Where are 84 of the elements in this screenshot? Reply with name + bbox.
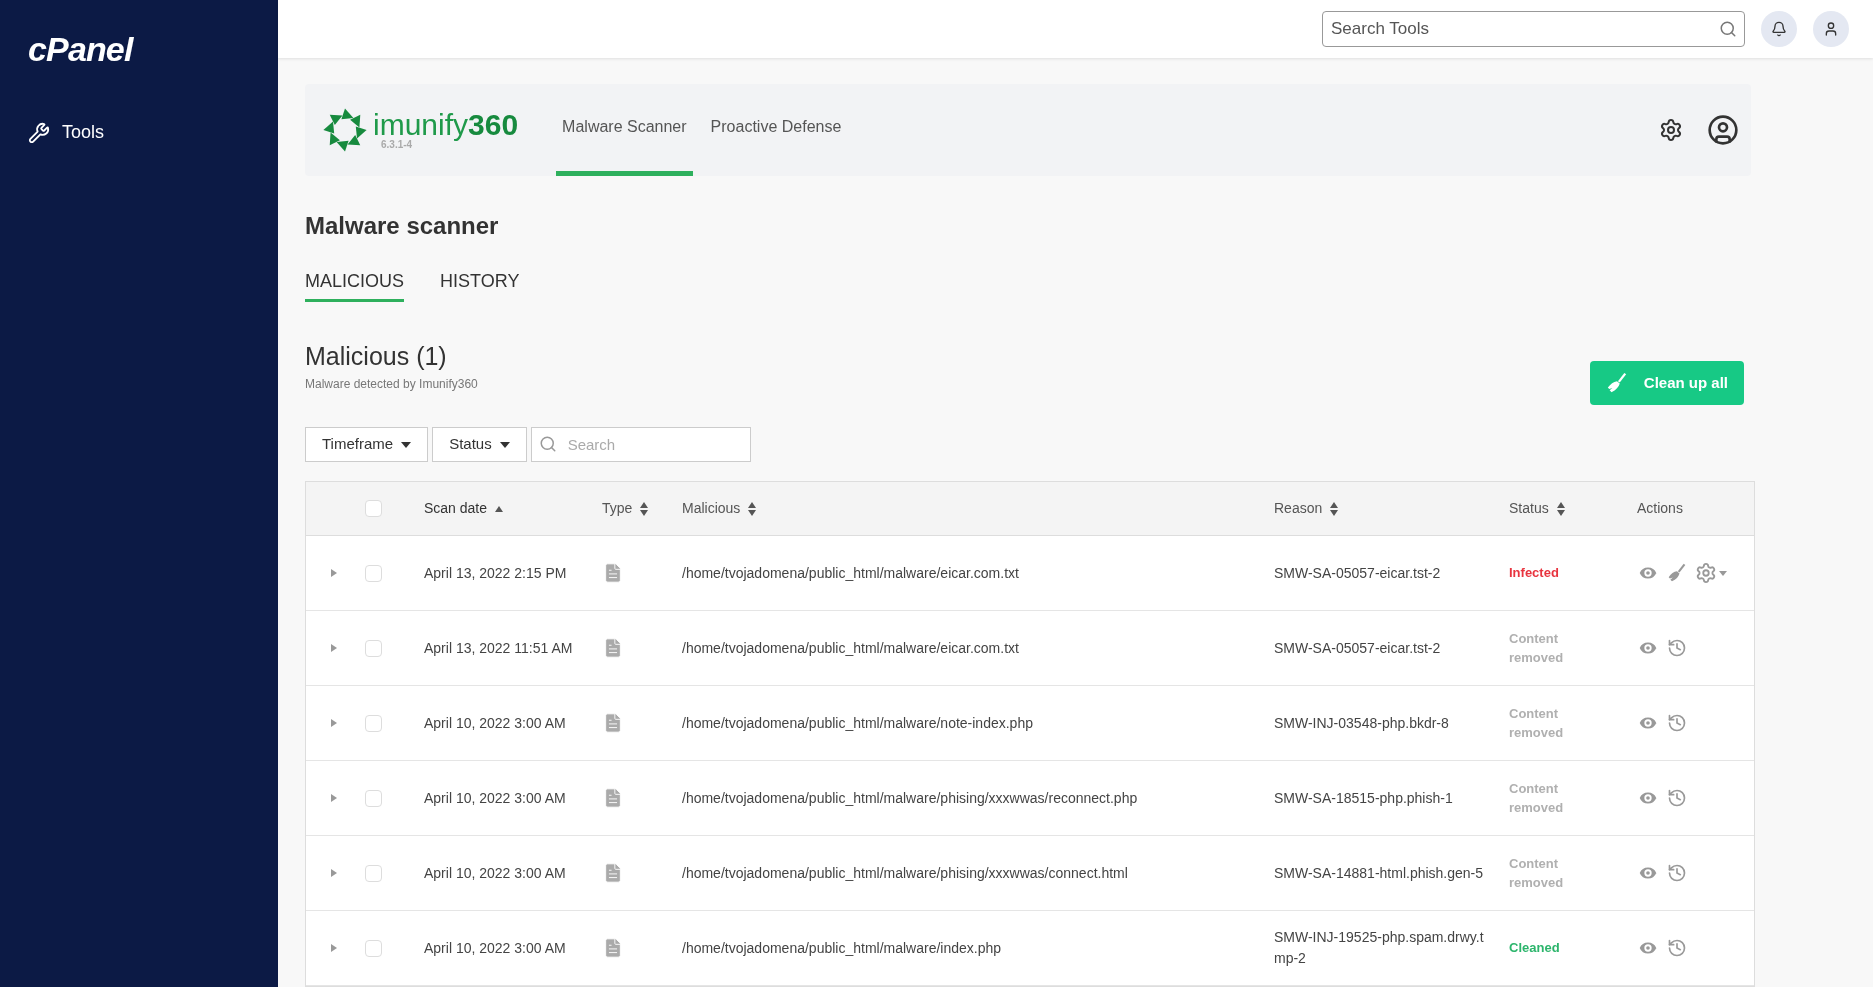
expand-icon[interactable] [331, 719, 337, 727]
reason-cell-text: SMW-INJ-03548-php.bkdr-8 [1274, 713, 1450, 733]
broom-icon [1605, 372, 1628, 394]
status-label: Cleaned [1509, 939, 1561, 958]
column-header[interactable]: Reason [1274, 498, 1323, 519]
reason-cell-text: SMW-SA-18515-php.phish-1 [1274, 788, 1454, 808]
file-path-cell-text: /home/tvojadomena/public_html/malware/phising/xxxwwas/connect.html [682, 863, 1129, 883]
status-label: Content removed [1509, 779, 1565, 817]
section-title: Malicious (1) [305, 340, 448, 372]
sidebar-item[interactable]: Tools [0, 111, 278, 154]
expand-icon[interactable] [331, 869, 337, 877]
plugin-tab[interactable]: Proactive Defense [704, 83, 848, 176]
section-tab[interactable]: MALICIOUS [305, 267, 405, 302]
caret-icon [401, 441, 412, 448]
row-checkbox[interactable] [365, 939, 382, 957]
file-path-cell-text: /home/tvojadomena/public_html/malware/eicar.com.txt [682, 638, 1020, 658]
caret-icon[interactable] [1719, 570, 1727, 576]
expand-icon[interactable] [331, 569, 337, 577]
search-field[interactable]: Search Tools [1322, 10, 1745, 47]
row-checkbox[interactable] [365, 864, 382, 882]
column-header[interactable]: Malicious [682, 498, 741, 519]
user-icon [1823, 20, 1839, 37]
history-icon[interactable] [1667, 713, 1687, 733]
history-icon[interactable] [1667, 638, 1687, 658]
page-title: Malware scanner [305, 210, 500, 241]
row-checkbox[interactable] [365, 564, 382, 582]
reason-cell-text: SMW-SA-05057-eicar.tst-2 [1274, 638, 1442, 658]
column-header[interactable]: Type [602, 498, 633, 519]
scan-date-cell-text: April 13, 2022 11:51 AM [424, 638, 574, 658]
history-icon[interactable] [1667, 938, 1687, 958]
status-label: Infected [1509, 564, 1560, 583]
section-tab[interactable]: HISTORY [440, 267, 520, 302]
expand-icon[interactable] [331, 944, 337, 952]
row-checkbox[interactable] [365, 714, 382, 732]
file-icon [602, 937, 624, 959]
status-label: Content removed [1509, 629, 1565, 667]
file-icon [602, 637, 624, 659]
broom-icon [1667, 563, 1687, 583]
bell-icon [1771, 20, 1787, 37]
user-button[interactable] [1813, 10, 1849, 47]
select-all-checkbox[interactable] [365, 500, 382, 517]
plugin-tab[interactable]: Malware Scanner [556, 83, 693, 176]
profile-icon[interactable] [1707, 113, 1739, 146]
brand-number: 360 [468, 109, 519, 140]
file-icon [602, 562, 624, 584]
reason-cell-text: SMW-INJ-19525-php.spam.drwy.tmp-2 [1274, 928, 1485, 968]
version-label: 6.3.1-4 [381, 139, 413, 150]
search-icon [538, 435, 557, 453]
status-label: Content removed [1509, 854, 1565, 892]
scan-date-cell-text: April 13, 2022 2:15 PM [424, 563, 568, 583]
app-logo[interactable]: cPanel [28, 30, 133, 68]
scan-date-cell-text: April 10, 2022 3:00 AM [424, 713, 567, 733]
file-path-cell-text: /home/tvojadomena/public_html/malware/note-index.php [682, 713, 1034, 733]
filter-dropdown[interactable]: Timeframe [305, 427, 429, 462]
settings-icon[interactable] [1659, 117, 1683, 142]
brand-name: imunify [373, 109, 469, 140]
file-icon [602, 787, 624, 809]
filter-search-field[interactable]: Search [530, 427, 751, 462]
file-path-cell-text: /home/tvojadomena/public_html/malware/phising/xxxwwas/reconnect.php [682, 788, 1139, 808]
search-icon [1719, 19, 1737, 38]
row-checkbox[interactable] [365, 639, 382, 657]
expand-icon[interactable] [331, 794, 337, 802]
file-path-cell-text: /home/tvojadomena/public_html/malware/eicar.com.txt [682, 563, 1020, 583]
row-checkbox[interactable] [365, 789, 382, 807]
expand-icon[interactable] [331, 644, 337, 652]
status-label: Content removed [1509, 704, 1565, 742]
caret-icon [499, 441, 510, 448]
column-header: Actions [1637, 499, 1683, 518]
notifications-button[interactable] [1761, 10, 1797, 47]
column-header[interactable]: Status [1509, 498, 1549, 519]
file-path-cell-text: /home/tvojadomena/public_html/malware/index.php [682, 938, 1003, 958]
column-header[interactable]: Scan date [424, 498, 488, 519]
file-icon [602, 862, 624, 884]
section-subtitle: Malware detected by Imunify360 [305, 376, 478, 393]
scan-date-cell-text: April 10, 2022 3:00 AM [424, 863, 567, 883]
file-icon [602, 712, 624, 734]
tools-icon [28, 121, 50, 144]
history-icon[interactable] [1667, 863, 1687, 883]
reason-cell-text: SMW-SA-05057-eicar.tst-2 [1274, 563, 1442, 583]
scan-date-cell-text: April 10, 2022 3:00 AM [424, 788, 567, 808]
history-icon[interactable] [1667, 788, 1687, 808]
reason-cell-text: SMW-SA-14881-html.phish.gen-5 [1274, 863, 1485, 883]
scan-date-cell-text: April 10, 2022 3:00 AM [424, 938, 567, 958]
filter-dropdown[interactable]: Status [432, 427, 527, 462]
